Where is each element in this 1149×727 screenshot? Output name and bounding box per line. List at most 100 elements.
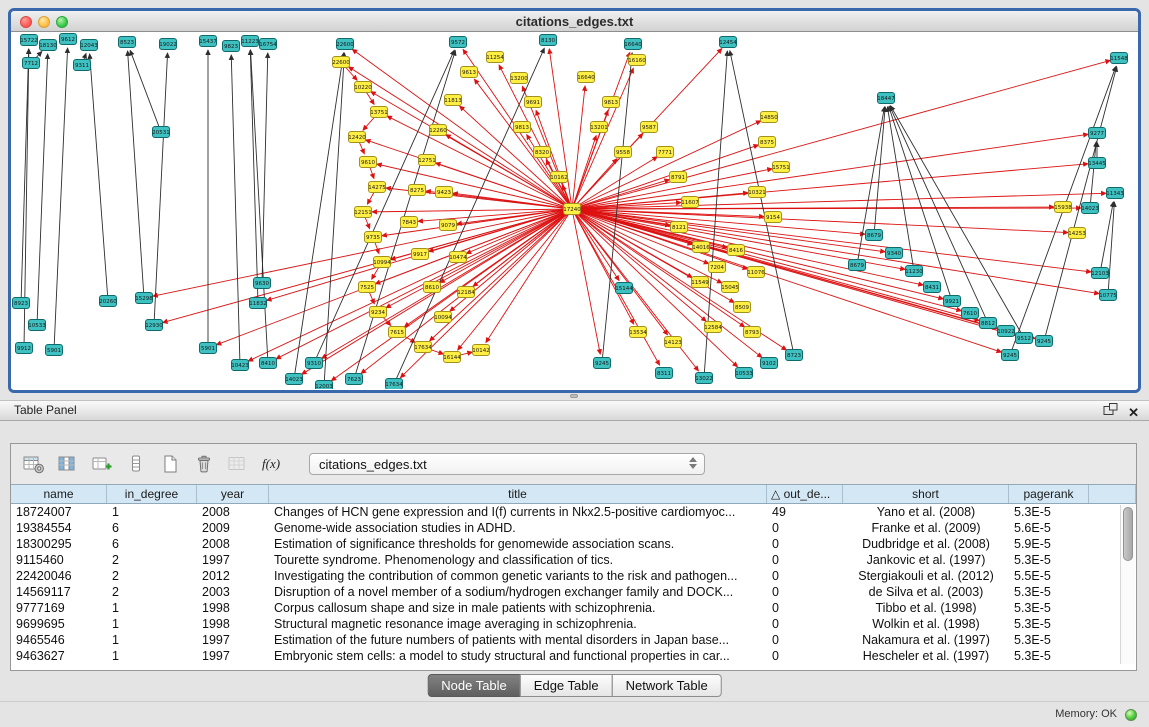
- column-header-year[interactable]: year: [197, 485, 269, 503]
- graph-node[interactable]: 12151: [354, 207, 372, 218]
- graph-node[interactable]: 7843: [401, 217, 418, 228]
- column-header-short[interactable]: short: [843, 485, 1009, 503]
- graph-node[interactable]: 5901: [46, 345, 63, 356]
- table-add-icon[interactable]: [87, 450, 117, 478]
- table-cell[interactable]: 1998: [197, 617, 269, 631]
- table-settings-icon[interactable]: [19, 450, 49, 478]
- graph-node[interactable]: 9823: [223, 41, 240, 52]
- table-cell[interactable]: 9115460: [11, 553, 107, 567]
- window-close-button[interactable]: [20, 16, 32, 28]
- graph-edge[interactable]: [572, 134, 1088, 209]
- graph-node[interactable]: 10321: [748, 187, 766, 198]
- graph-node[interactable]: 13201: [590, 122, 608, 133]
- graph-edge[interactable]: [324, 53, 344, 386]
- table-cell[interactable]: Nakamura et al. (1997): [843, 633, 1009, 647]
- graph-node[interactable]: 9735: [365, 232, 382, 243]
- graph-edge[interactable]: [458, 209, 572, 350]
- graph-node[interactable]: 8812: [980, 318, 997, 329]
- graph-edge[interactable]: [231, 55, 240, 365]
- table-cell[interactable]: 2: [107, 553, 197, 567]
- graph-node[interactable]: 9423: [436, 187, 453, 198]
- table-cell[interactable]: 1997: [197, 633, 269, 647]
- graph-node[interactable]: 8793: [744, 327, 761, 338]
- column-header-out_de[interactable]: △ out_de...: [767, 485, 843, 503]
- table-cell[interactable]: 5.3E-5: [1009, 585, 1089, 599]
- graph-node[interactable]: 10775: [1099, 290, 1117, 301]
- graph-node[interactable]: 9245: [1002, 350, 1019, 361]
- graph-node[interactable]: 10142: [472, 345, 490, 356]
- graph-edge[interactable]: [37, 54, 48, 325]
- table-cell[interactable]: 1: [107, 617, 197, 631]
- graph-node[interactable]: 8610: [424, 282, 441, 293]
- graph-edge[interactable]: [572, 157, 657, 209]
- table-cell[interactable]: 6: [107, 537, 197, 551]
- graph-node[interactable]: 13445: [1088, 158, 1106, 169]
- graph-node[interactable]: 12751: [418, 155, 436, 166]
- graph-node[interactable]: 8723: [786, 350, 803, 361]
- graph-node[interactable]: 10533: [735, 368, 753, 379]
- graph-node[interactable]: 16144: [443, 352, 461, 363]
- table-cell[interactable]: 14569117: [11, 585, 107, 599]
- table-cell[interactable]: 9777169: [11, 601, 107, 615]
- graph-edge[interactable]: [250, 50, 258, 303]
- graph-node[interactable]: 9245: [1036, 336, 1053, 347]
- graph-node[interactable]: 13534: [629, 327, 647, 338]
- graph-node[interactable]: 10474: [449, 252, 467, 263]
- graph-node[interactable]: 17634: [385, 379, 403, 390]
- table-cell[interactable]: 0: [767, 601, 843, 615]
- tab-network-table[interactable]: Network Table: [612, 674, 722, 697]
- table-cell[interactable]: 1998: [197, 601, 269, 615]
- graph-node[interactable]: 18130: [39, 40, 57, 51]
- table-cell[interactable]: 49: [767, 505, 843, 519]
- graph-edge[interactable]: [21, 49, 29, 303]
- graph-edge[interactable]: [154, 53, 168, 325]
- rows-icon[interactable]: [121, 450, 151, 478]
- graph-edge[interactable]: [874, 107, 885, 235]
- graph-node[interactable]: 20260: [99, 296, 117, 307]
- network-window[interactable]: citations_edges.txt 15722181309612120438…: [8, 8, 1141, 393]
- graph-node[interactable]: 12260: [429, 125, 447, 136]
- table-cell[interactable]: 2: [107, 569, 197, 583]
- graph-node[interactable]: 11254: [486, 52, 504, 63]
- graph-node[interactable]: 11223: [241, 36, 259, 47]
- column-header-title[interactable]: title: [269, 485, 767, 503]
- graph-node[interactable]: 12043: [80, 40, 98, 51]
- column-header-in_degree[interactable]: in_degree: [107, 485, 197, 503]
- table-cell[interactable]: Changes of HCN gene expression and I(f) …: [269, 505, 767, 519]
- graph-node[interactable]: 8130: [540, 35, 557, 46]
- table-cell[interactable]: 5.3E-5: [1009, 633, 1089, 647]
- graph-node[interactable]: 8791: [670, 172, 687, 183]
- graph-edge[interactable]: [572, 208, 1081, 209]
- graph-node[interactable]: 14123: [664, 337, 682, 348]
- network-canvas[interactable]: 1572218130961212043852319022154379823112…: [11, 32, 1138, 389]
- graph-node[interactable]: 9917: [412, 249, 429, 260]
- graph-edge[interactable]: [549, 49, 572, 209]
- table-disabled-icon[interactable]: [223, 450, 253, 478]
- graph-node[interactable]: 8375: [759, 137, 776, 148]
- table-cell[interactable]: Embryonic stem cells: a model to study s…: [269, 649, 767, 663]
- graph-node[interactable]: 15144: [615, 283, 633, 294]
- graph-node[interactable]: 7204: [709, 262, 726, 273]
- graph-node[interactable]: 10162: [550, 172, 568, 183]
- graph-node[interactable]: 11548: [1110, 53, 1128, 64]
- graph-node[interactable]: 11813: [444, 95, 462, 106]
- graph-node[interactable]: 8679: [849, 260, 866, 271]
- graph-node[interactable]: 8311: [656, 368, 673, 379]
- graph-node[interactable]: 14023: [1081, 203, 1099, 214]
- graph-node[interactable]: 5901: [200, 343, 217, 354]
- window-minimize-button[interactable]: [38, 16, 50, 28]
- table-cell[interactable]: 2008: [197, 505, 269, 519]
- graph-node[interactable]: 10533: [28, 320, 46, 331]
- graph-node[interactable]: 12454: [719, 37, 737, 48]
- table-row[interactable]: 2242004622012Investigating the contribut…: [11, 568, 1136, 584]
- table-cell[interactable]: 18724007: [11, 505, 107, 519]
- graph-node[interactable]: 10094: [434, 312, 452, 323]
- trash-icon[interactable]: [189, 450, 219, 478]
- table-cell[interactable]: Wolkin et al. (1998): [843, 617, 1009, 631]
- graph-node[interactable]: 13751: [370, 107, 388, 118]
- table-cell[interactable]: 1: [107, 601, 197, 615]
- graph-node[interactable]: 9277: [1089, 128, 1106, 139]
- graph-node[interactable]: 9691: [525, 97, 542, 108]
- table-cell[interactable]: 1: [107, 633, 197, 647]
- table-cell[interactable]: 0: [767, 585, 843, 599]
